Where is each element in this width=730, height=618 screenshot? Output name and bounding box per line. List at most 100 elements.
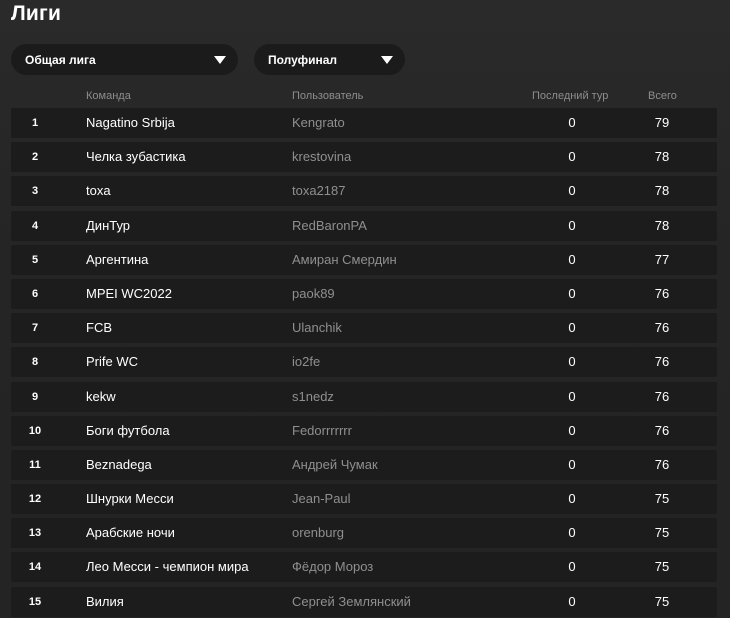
table-row[interactable]: 11 Beznadega Андрей Чумак 0 76 (11, 449, 717, 480)
rank-cell: 15 (28, 595, 42, 608)
rank-cell: 12 (28, 493, 42, 506)
column-header-last-round: Последний тур (532, 90, 609, 102)
last-round-points-cell: 0 (568, 320, 576, 336)
standings-table: Команда Пользователь Последний тур Всего… (11, 88, 717, 618)
table-body: 1 Nagatino Srbija Kengrato 0 79 2 Челка зубаст… (11, 108, 717, 617)
last-round-points-cell: 0 (568, 285, 576, 301)
rank-cell: 13 (28, 527, 42, 540)
last-round-points-cell: 0 (568, 525, 576, 541)
table-row[interactable]: 13 Арабские ночи orenburg 0 75 (11, 518, 717, 549)
table-row[interactable]: 12 Шнурки Месси Jean-Paul 0 75 (11, 484, 717, 515)
last-round-points-cell: 0 (568, 491, 576, 507)
user-name-cell: paok89 (292, 285, 335, 301)
total-points-cell: 78 (654, 183, 670, 199)
total-points-cell: 76 (654, 422, 670, 438)
user-name-cell: io2fe (292, 354, 321, 370)
table-row[interactable]: 7 FCB Ulanchik 0 76 (11, 313, 717, 344)
team-name-cell: Лео Месси - чемпион мира (86, 559, 249, 575)
team-name-cell: Prife WC (86, 354, 138, 370)
team-name-cell: Боги футбола (86, 422, 170, 438)
rank-cell: 5 (31, 253, 39, 266)
last-round-points-cell: 0 (568, 593, 576, 609)
user-name-cell: Ulanchik (292, 320, 342, 336)
rank-cell: 7 (31, 322, 39, 335)
filters-bar: Общая лига Полуфинал (11, 44, 405, 75)
total-points-cell: 76 (654, 320, 670, 336)
total-points-cell: 76 (654, 354, 670, 370)
user-name-cell: krestovina (292, 149, 352, 165)
column-header-team: Команда (86, 90, 131, 102)
total-points-cell: 76 (654, 456, 670, 472)
team-name-cell: kekw (86, 388, 116, 404)
team-name-cell: Nagatino Srbija (86, 115, 175, 130)
last-round-points-cell: 0 (568, 388, 576, 404)
total-points-cell: 78 (654, 217, 670, 233)
user-name-cell: orenburg (292, 525, 345, 541)
total-points-cell: 79 (654, 115, 670, 130)
stage-select[interactable]: Полуфинал (254, 44, 405, 75)
team-name-cell: FCB (86, 320, 112, 336)
total-points-cell: 75 (654, 525, 670, 541)
team-name-cell: Beznadega (86, 456, 152, 472)
column-header-total: Всего (648, 90, 677, 102)
table-row[interactable]: 6 MPEI WC2022 paok89 0 76 (11, 278, 717, 309)
user-name-cell: Сергей Землянский (292, 593, 411, 609)
rank-cell: 3 (31, 185, 39, 198)
league-select-value: Общая лига (25, 52, 96, 67)
rank-cell: 9 (31, 390, 39, 403)
page-title: Лиги (11, 2, 62, 25)
user-name-cell: Kengrato (292, 115, 345, 130)
table-row[interactable]: 2 Челка зубастика krestovina 0 78 (11, 142, 717, 173)
rank-cell: 14 (28, 561, 42, 574)
last-round-points-cell: 0 (568, 251, 576, 267)
user-name-cell: Фёдор Мороз (292, 559, 374, 575)
user-name-cell: Jean-Paul (292, 491, 351, 507)
leagues-page: Лиги Общая лига Полуфинал Команда Пользо… (0, 0, 730, 618)
last-round-points-cell: 0 (568, 422, 576, 438)
last-round-points-cell: 0 (568, 456, 576, 472)
table-row[interactable]: 5 Аргентина Амиран Смердин 0 77 (11, 244, 717, 275)
rank-cell: 6 (31, 287, 39, 300)
last-round-points-cell: 0 (568, 149, 576, 165)
total-points-cell: 75 (654, 491, 670, 507)
table-row[interactable]: 8 Prife WC io2fe 0 76 (11, 347, 717, 378)
team-name-cell: Вилия (86, 593, 124, 609)
table-row[interactable]: 1 Nagatino Srbija Kengrato 0 79 (11, 108, 717, 138)
total-points-cell: 76 (654, 285, 670, 301)
rank-cell: 2 (31, 151, 39, 164)
user-name-cell: RedBaronPA (292, 217, 367, 233)
caret-down-icon (214, 55, 226, 64)
table-row[interactable]: 15 Вилия Сергей Землянский 0 75 (11, 586, 717, 617)
user-name-cell: s1nedz (292, 388, 334, 404)
total-points-cell: 77 (654, 251, 670, 267)
team-name-cell: Арабские ночи (86, 525, 175, 541)
team-name-cell: Аргентина (86, 251, 149, 267)
caret-down-icon (381, 55, 393, 64)
league-select[interactable]: Общая лига (11, 44, 238, 75)
rank-cell: 8 (31, 356, 39, 369)
team-name-cell: Челка зубастика (86, 149, 186, 165)
table-row[interactable]: 3 toxa toxa2187 0 78 (11, 176, 717, 207)
team-name-cell: ДинТур (86, 217, 131, 233)
user-name-cell: Fedorrrrrrr (292, 422, 352, 438)
user-name-cell: Андрей Чумак (292, 456, 378, 472)
stage-select-value: Полуфинал (268, 52, 338, 67)
team-name-cell: MPEI WC2022 (86, 285, 172, 301)
total-points-cell: 76 (654, 388, 670, 404)
last-round-points-cell: 0 (568, 115, 576, 130)
total-points-cell: 75 (654, 559, 670, 575)
table-row[interactable]: 14 Лео Месси - чемпион мира Фёдор Мороз 0 75 (11, 552, 717, 583)
team-name-cell: Шнурки Месси (86, 491, 174, 507)
user-name-cell: toxa2187 (292, 183, 346, 199)
last-round-points-cell: 0 (568, 354, 576, 370)
table-row[interactable]: 4 ДинТур RedBaronPA 0 78 (11, 210, 717, 241)
column-header-user: Пользователь (292, 90, 364, 102)
table-row[interactable]: 10 Боги футбола Fedorrrrrrr 0 76 (11, 415, 717, 446)
team-name-cell: toxa (86, 183, 111, 199)
table-row[interactable]: 9 kekw s1nedz 0 76 (11, 381, 717, 412)
rank-cell: 11 (29, 458, 41, 471)
total-points-cell: 78 (654, 149, 670, 165)
last-round-points-cell: 0 (568, 217, 576, 233)
total-points-cell: 75 (654, 593, 670, 609)
rank-cell: 1 (31, 117, 39, 129)
